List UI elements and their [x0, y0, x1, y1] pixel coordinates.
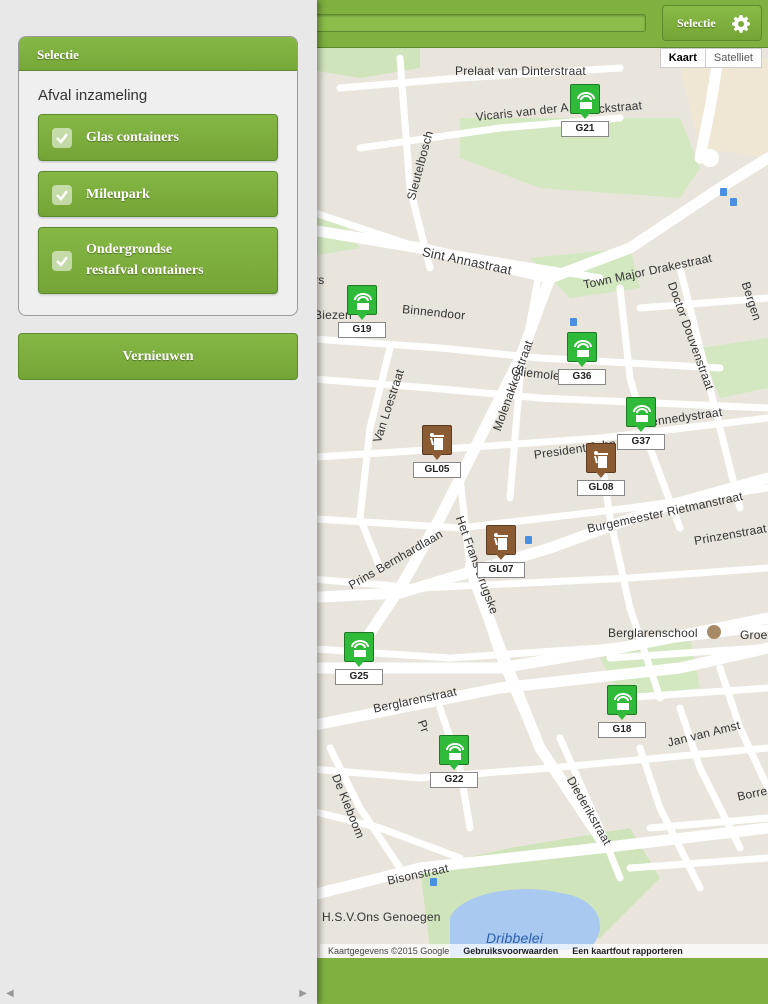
scroll-right-icon[interactable]: ▶ — [299, 988, 307, 999]
map-marker-waste[interactable]: GL07 — [477, 525, 525, 579]
map-marker-glass[interactable]: G19 — [338, 285, 386, 339]
trash-can-icon — [494, 533, 508, 550]
map-marker-waste[interactable]: GL08 — [577, 443, 625, 497]
checkmark-icon — [56, 190, 68, 201]
report-map-error-link[interactable]: Een kaartfout rapporteren — [572, 946, 683, 956]
selectie-button-label: Selectie — [677, 15, 716, 30]
selection-box-title: Selectie — [19, 37, 297, 71]
glass-container-icon — [354, 293, 372, 310]
selection-box: Selectie Afval inzameling Glas container… — [18, 36, 298, 316]
map-marker-glass[interactable]: G37 — [617, 397, 665, 451]
vernieuwen-button[interactable]: Vernieuwen — [18, 333, 298, 380]
street-label: H.S.V.Ons Genoegen — [322, 910, 441, 924]
trash-can-icon — [594, 451, 608, 468]
street-label: Groe — [740, 628, 768, 642]
option-label-line-1: Ondergrondse — [86, 242, 173, 257]
option-label: Mileupark — [86, 187, 150, 202]
terms-link[interactable]: Gebruiksvoorwaarden — [463, 946, 558, 956]
map-type-kaart[interactable]: Kaart — [661, 49, 706, 67]
map-marker-glass[interactable]: G25 — [335, 632, 383, 686]
marker-label: GL07 — [477, 562, 525, 578]
option-label: Glas containers — [86, 130, 179, 145]
marker-label: G19 — [338, 322, 386, 338]
option-checkbox[interactable] — [52, 128, 72, 148]
option-glas-containers[interactable]: Glas containers — [38, 114, 278, 161]
marker-label: G21 — [561, 121, 609, 137]
option-checkbox[interactable] — [52, 251, 72, 271]
map[interactable]: Prelaat van Dinterstraat Vicaris van der… — [300, 48, 768, 958]
option-checkbox[interactable] — [52, 185, 72, 205]
map-type-control: Kaart Satelliet — [659, 48, 762, 68]
option-mileupark[interactable]: Mileupark — [38, 171, 278, 217]
trash-can-icon — [430, 433, 444, 450]
map-marker-waste[interactable]: GL05 — [413, 425, 461, 479]
checkmark-icon — [56, 133, 68, 144]
glass-container-icon — [614, 693, 632, 710]
horizontal-scrollbar[interactable]: ◀ ▶ — [0, 984, 317, 1004]
marker-label: G25 — [335, 669, 383, 685]
marker-label: G37 — [617, 434, 665, 450]
marker-label: GL05 — [413, 462, 461, 478]
map-marker-glass[interactable]: G21 — [561, 84, 609, 138]
glass-container-icon — [574, 340, 592, 357]
selection-subtitle: Afval inzameling — [38, 87, 148, 104]
map-marker-glass[interactable]: G36 — [558, 332, 606, 386]
option-ondergrondse-restafval[interactable]: Ondergrondse restafval containers — [38, 227, 278, 294]
marker-label: G18 — [598, 722, 646, 738]
bottom-bar — [317, 958, 768, 1004]
map-marker-glass[interactable]: G22 — [430, 735, 478, 789]
glass-container-icon — [446, 743, 464, 760]
glass-container-icon — [577, 92, 595, 109]
marker-label: GL08 — [577, 480, 625, 496]
gear-icon — [732, 15, 750, 33]
map-attribution: Kaartgegevens ©2015 Google Gebruiksvoorw… — [320, 944, 768, 958]
selectie-button[interactable]: Selectie — [662, 5, 762, 41]
scroll-left-icon[interactable]: ◀ — [6, 988, 14, 999]
search-input[interactable] — [300, 14, 646, 32]
marker-label: G36 — [558, 369, 606, 385]
marker-label: G22 — [430, 772, 478, 788]
glass-container-icon — [633, 405, 651, 422]
street-label: Berglarenschool — [608, 626, 698, 640]
street-label: Prelaat van Dinterstraat — [455, 64, 586, 78]
side-panel: Selectie Afval inzameling Glas container… — [0, 0, 317, 1004]
glass-container-icon — [351, 640, 369, 657]
option-label-line-2: restafval containers — [86, 263, 204, 278]
map-marker-glass[interactable]: G18 — [598, 685, 646, 739]
map-copyright: Kaartgegevens ©2015 Google — [328, 946, 450, 956]
map-type-satelliet[interactable]: Satelliet — [706, 49, 761, 67]
checkmark-icon — [56, 256, 68, 267]
